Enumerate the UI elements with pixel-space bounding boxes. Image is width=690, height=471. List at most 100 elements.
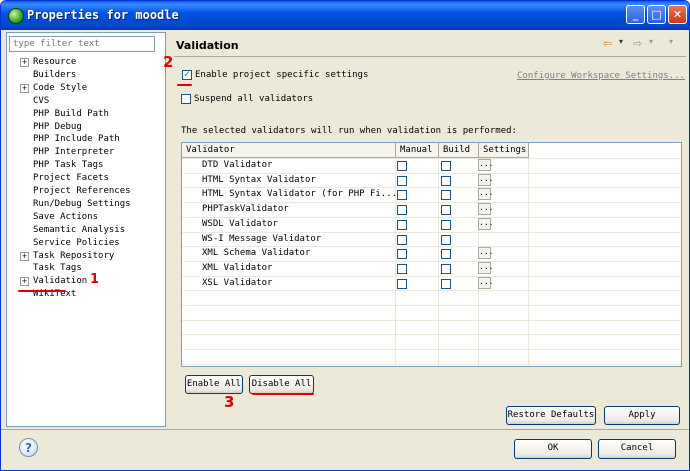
validator-name: HTML Syntax Validator [202,174,316,185]
validator-name: XML Validator [202,262,273,273]
validator-name: DTD Validator [202,160,273,170]
build-checkbox[interactable] [441,278,451,289]
table-row[interactable]: WS-I Message Validator [182,232,681,247]
apply-button[interactable]: Apply [604,406,680,425]
forward-dropdown-icon[interactable]: ▾ [649,37,653,46]
tree-item-label: Service Policies [33,237,120,248]
tree-item-label: Semantic Analysis [33,224,126,235]
validator-name: WS-I Message Validator [202,233,322,244]
history-navigation: ⇦ ▾ ⇨ ▾ ▾ [603,37,683,51]
build-checkbox[interactable] [441,249,451,260]
build-checkbox[interactable] [441,234,451,245]
settings-button[interactable]: ... [478,261,493,274]
build-checkbox[interactable] [441,175,451,186]
configure-workspace-link[interactable]: Configure Workspace Settings... [517,71,685,81]
settings-button[interactable]: ... [478,159,493,171]
validator-name: PHPTaskValidator [202,204,289,215]
column-header-manual[interactable]: Manual [396,143,439,158]
manual-checkbox[interactable] [397,278,407,289]
validation-page: Validation ⇦ ▾ ⇨ ▾ ▾ ✓ Enable project sp… [167,32,687,427]
column-header-build[interactable]: Build [439,143,479,158]
table-row[interactable]: XML Validator... [182,261,681,276]
tree-item-label: CVS [33,95,50,106]
expand-icon[interactable]: + [20,83,29,93]
forward-arrow-icon[interactable]: ⇨ [633,37,642,50]
view-menu-icon[interactable]: ▾ [669,37,673,46]
tree-item-label: Project Facets [33,173,109,184]
suspend-all-label: Suspend all validators [194,94,314,104]
settings-button[interactable]: ... [478,203,493,216]
manual-checkbox[interactable] [397,263,407,274]
manual-checkbox[interactable] [397,205,407,216]
build-checkbox[interactable] [441,190,451,201]
maximize-button[interactable]: □ [647,5,666,24]
disable-all-button[interactable]: Disable All [249,375,314,394]
table-row[interactable]: DTD Validator... [182,158,681,173]
build-checkbox[interactable] [441,161,451,171]
build-checkbox[interactable] [441,219,451,230]
restore-defaults-button[interactable]: Restore Defaults [506,406,596,425]
table-row[interactable]: HTML Syntax Validator... [182,173,681,188]
column-header-settings[interactable]: Settings [479,143,529,158]
manual-checkbox[interactable] [397,175,407,186]
table-row[interactable]: XSL Validator... [182,276,681,291]
settings-button[interactable]: ... [478,188,493,201]
manual-checkbox[interactable] [397,234,407,245]
tree-item-label: Builders [33,69,77,80]
build-checkbox[interactable] [441,263,451,274]
expand-icon[interactable]: + [20,251,29,261]
tree-item-label: Save Actions [33,211,99,222]
row-gridline [182,231,681,233]
ok-button[interactable]: OK [514,439,592,459]
enable-project-settings-label: Enable project specific settings [195,70,369,80]
manual-checkbox[interactable] [397,161,407,171]
expand-icon[interactable]: + [20,58,29,67]
row-gridline [182,216,681,218]
row-gridline [182,290,681,292]
help-icon[interactable]: ? [19,438,38,457]
enable-project-settings-checkbox[interactable]: ✓ [182,70,192,80]
tree-item-label: PHP Interpreter [33,147,115,158]
table-row[interactable]: XML Schema Validator... [182,246,681,261]
back-dropdown-icon[interactable]: ▾ [619,37,623,46]
row-gridline [182,172,681,174]
validators-table: Validator Manual Build Settings DTD Vali… [181,142,682,367]
cancel-button[interactable]: Cancel [598,439,676,459]
tree-item-label: Task Tags [33,263,82,274]
manual-checkbox[interactable] [397,249,407,260]
column-header-validator[interactable]: Validator [182,143,396,158]
title-bar[interactable]: Properties for moodle _ □ ✕ [1,1,689,30]
back-arrow-icon[interactable]: ⇦ [603,37,612,50]
row-gridline [182,305,681,306]
expand-icon[interactable]: + [20,277,29,287]
row-gridline [182,363,681,365]
validators-info-text: The selected validators will run when va… [181,126,517,136]
suspend-all-checkbox[interactable] [181,94,191,104]
tree-item-label: PHP Build Path [33,108,109,119]
tree-item-label: PHP Task Tags [33,160,104,171]
row-gridline [182,334,681,336]
table-row[interactable]: HTML Syntax Validator (for PHP Fi...... [182,187,681,202]
settings-button[interactable]: ... [478,217,493,230]
settings-button[interactable]: ... [478,173,493,186]
close-button[interactable]: ✕ [668,5,687,24]
row-gridline [182,158,681,159]
tree-item-label: Code Style [33,82,88,93]
table-row[interactable]: PHPTaskValidator... [182,202,681,217]
row-gridline [182,187,681,189]
row-gridline [182,349,681,351]
tree-item-label: Validation [33,275,88,288]
settings-button[interactable]: ... [478,276,493,289]
tree-item-label: Run/Debug Settings [33,198,131,209]
tree-item-label: PHP Debug [33,121,82,132]
minimize-button[interactable]: _ [626,5,645,24]
filter-input[interactable] [9,36,155,52]
row-gridline [182,246,681,248]
properties-dialog: Properties for moodle _ □ ✕ + Resource Bui… [0,0,690,471]
manual-checkbox[interactable] [397,190,407,201]
table-row[interactable]: WSDL Validator... [182,217,681,232]
build-checkbox[interactable] [441,205,451,216]
manual-checkbox[interactable] [397,219,407,230]
enable-all-button[interactable]: Enable All [185,375,243,394]
settings-button[interactable]: ... [478,247,493,260]
